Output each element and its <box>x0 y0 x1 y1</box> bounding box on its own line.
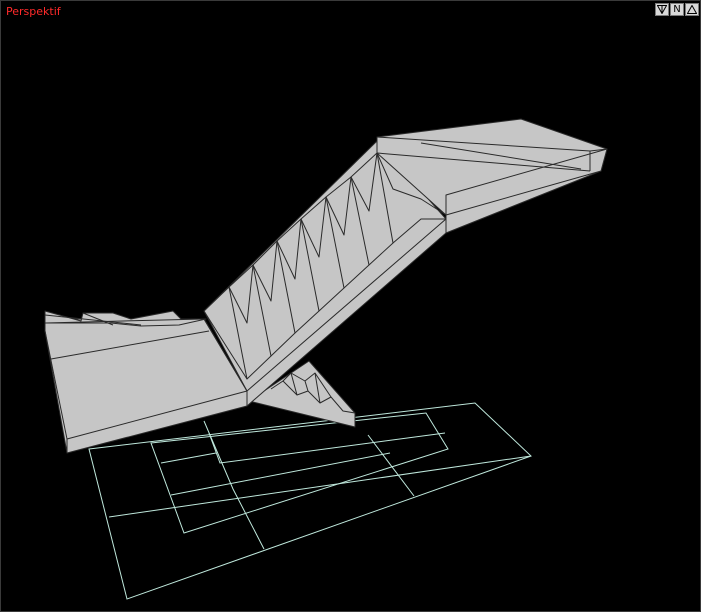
stair-3d-scene <box>44 118 608 600</box>
floor-plan-grid <box>88 402 532 600</box>
perspective-viewport[interactable]: Perspektif N <box>0 0 701 612</box>
